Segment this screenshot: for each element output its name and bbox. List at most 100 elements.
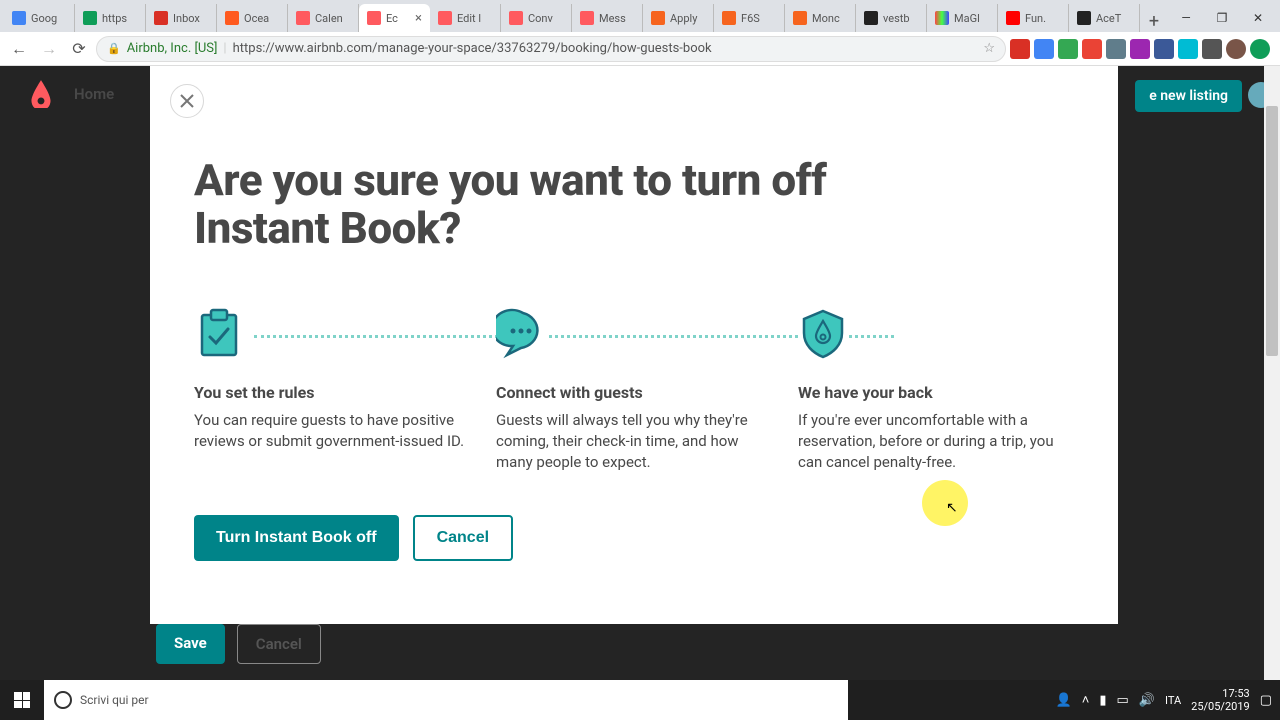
extension-icons: [1010, 39, 1274, 59]
extension-icon[interactable]: [1202, 39, 1222, 59]
browser-tab[interactable]: Apply: [643, 4, 714, 32]
tab-title: F6S: [741, 12, 776, 25]
tab-title: Monc: [812, 12, 847, 25]
tab-title: Calen: [315, 12, 350, 25]
browser-tab[interactable]: Ocea: [217, 4, 288, 32]
browser-tab[interactable]: https: [75, 4, 146, 32]
browser-tab[interactable]: F6S: [714, 4, 785, 32]
bookmark-star-icon[interactable]: ☆: [983, 41, 995, 56]
tab-title: Mess: [599, 12, 634, 25]
forward-button[interactable]: →: [36, 36, 62, 62]
close-icon: [180, 94, 194, 108]
battery-icon[interactable]: ▮: [1099, 693, 1106, 708]
system-tray: 👤 ˄ ▮ ▭ 🔊 ITA 17:53 25/05/2019 ▢: [1048, 687, 1280, 713]
minimize-button[interactable]: —: [1168, 4, 1204, 32]
tab-title: Ocea: [244, 12, 279, 25]
browser-tab[interactable]: Mess: [572, 4, 643, 32]
airbnb-logo-icon: [28, 80, 54, 108]
window-controls: — ❐ ✕: [1168, 4, 1276, 32]
address-bar: ← → ⟳ 🔒 Airbnb, Inc. [US] | https://www.…: [0, 32, 1280, 66]
tab-title: MaGl: [954, 12, 989, 25]
tab-title: https: [102, 12, 137, 25]
scrollbar-thumb[interactable]: [1266, 106, 1278, 356]
people-icon[interactable]: 👤: [1056, 693, 1072, 708]
tab-title: Apply: [670, 12, 705, 25]
shield-icon: [798, 307, 848, 359]
browser-tab[interactable]: Goog: [4, 4, 75, 32]
clipboard-check-icon: [194, 307, 244, 359]
feature-title: Connect with guests: [496, 383, 772, 402]
start-button[interactable]: [0, 680, 44, 720]
feature-support: We have your back If you're ever uncomfo…: [798, 307, 1074, 473]
lock-icon: 🔒: [107, 42, 121, 55]
feature-title: We have your back: [798, 383, 1074, 402]
url-field[interactable]: 🔒 Airbnb, Inc. [US] | https://www.airbnb…: [96, 36, 1006, 62]
back-button[interactable]: ←: [6, 36, 32, 62]
input-language[interactable]: ITA: [1165, 694, 1181, 707]
browser-tab-strip: Goog https Inbox Ocea Calen Ec × Edit l C…: [0, 0, 1280, 32]
browser-window: Goog https Inbox Ocea Calen Ec × Edit l C…: [0, 0, 1280, 720]
browser-tab-active[interactable]: Ec ×: [359, 4, 430, 32]
feature-desc: You can require guests to have positive …: [194, 410, 470, 452]
feature-connect: Connect with guests Guests will always t…: [496, 307, 772, 473]
modal-cancel-button[interactable]: Cancel: [413, 515, 513, 561]
browser-tab[interactable]: Inbox: [146, 4, 217, 32]
windows-taskbar: Scrivi qui per 👤 ˄ ▮ ▭ 🔊 ITA 17:53 25/05…: [0, 680, 1280, 720]
create-new-listing-button[interactable]: e new listing: [1135, 80, 1242, 112]
tab-title: Ec: [386, 12, 410, 25]
network-icon[interactable]: ▭: [1117, 693, 1129, 708]
instant-book-modal: Are you sure you want to turn off Instan…: [150, 66, 1118, 624]
tab-title: AceT: [1096, 12, 1131, 25]
extension-icon[interactable]: [1058, 39, 1078, 59]
extension-icon[interactable]: [1178, 39, 1198, 59]
tray-chevron-icon[interactable]: ˄: [1082, 692, 1090, 708]
maximize-button[interactable]: ❐: [1204, 4, 1240, 32]
browser-tab[interactable]: vestb: [856, 4, 927, 32]
extension-icon[interactable]: [1130, 39, 1150, 59]
browser-tab[interactable]: Edit l: [430, 4, 501, 32]
url-text: https://www.airbnb.com/manage-your-space…: [233, 41, 712, 56]
browser-tab[interactable]: MaGl: [927, 4, 998, 32]
cursor-highlight: [922, 480, 968, 526]
taskbar-search[interactable]: Scrivi qui per: [44, 680, 164, 720]
tab-close-icon[interactable]: ×: [415, 11, 422, 26]
extension-icon[interactable]: [1250, 39, 1270, 59]
browser-tab[interactable]: Fun.: [998, 4, 1069, 32]
new-tab-button[interactable]: +: [1140, 11, 1168, 32]
extension-icon[interactable]: [1154, 39, 1174, 59]
turn-off-instant-book-button[interactable]: Turn Instant Book off: [194, 515, 399, 561]
features-row: You set the rules You can require guests…: [194, 307, 1074, 473]
extension-icon[interactable]: [1034, 39, 1054, 59]
close-window-button[interactable]: ✕: [1240, 4, 1276, 32]
cancel-button[interactable]: Cancel: [237, 624, 321, 664]
tab-title: Inbox: [173, 12, 208, 25]
modal-close-button[interactable]: [170, 84, 204, 118]
nav-home-link[interactable]: Home: [74, 85, 114, 103]
action-center-icon[interactable]: ▢: [1260, 693, 1272, 708]
volume-icon[interactable]: 🔊: [1139, 693, 1155, 708]
extension-icon[interactable]: [1106, 39, 1126, 59]
reload-button[interactable]: ⟳: [66, 36, 92, 62]
scrollbar[interactable]: [1264, 66, 1280, 680]
browser-tab[interactable]: Monc: [785, 4, 856, 32]
feature-rules: You set the rules You can require guests…: [194, 307, 470, 473]
feature-title: You set the rules: [194, 383, 470, 402]
tab-title: Conv: [528, 12, 563, 25]
browser-tab[interactable]: AceT: [1069, 4, 1140, 32]
extension-icon[interactable]: [1082, 39, 1102, 59]
extension-icon[interactable]: [1010, 39, 1030, 59]
tab-title: vestb: [883, 12, 918, 25]
tab-title: Goog: [31, 12, 66, 25]
avatar-icon[interactable]: [1226, 39, 1246, 59]
clock[interactable]: 17:53 25/05/2019: [1191, 687, 1250, 713]
windows-logo-icon: [14, 692, 30, 708]
chat-bubble-icon: [496, 307, 546, 359]
browser-tab[interactable]: Calen: [288, 4, 359, 32]
browser-tab[interactable]: Conv: [501, 4, 572, 32]
date-text: 25/05/2019: [1191, 700, 1250, 713]
search-placeholder: Scrivi qui per: [80, 693, 149, 707]
save-button[interactable]: Save: [156, 624, 225, 664]
tab-title: Fun.: [1025, 12, 1060, 25]
feature-desc: If you're ever uncomfortable with a rese…: [798, 410, 1074, 473]
modal-title: Are you sure you want to turn off Instan…: [194, 156, 914, 253]
